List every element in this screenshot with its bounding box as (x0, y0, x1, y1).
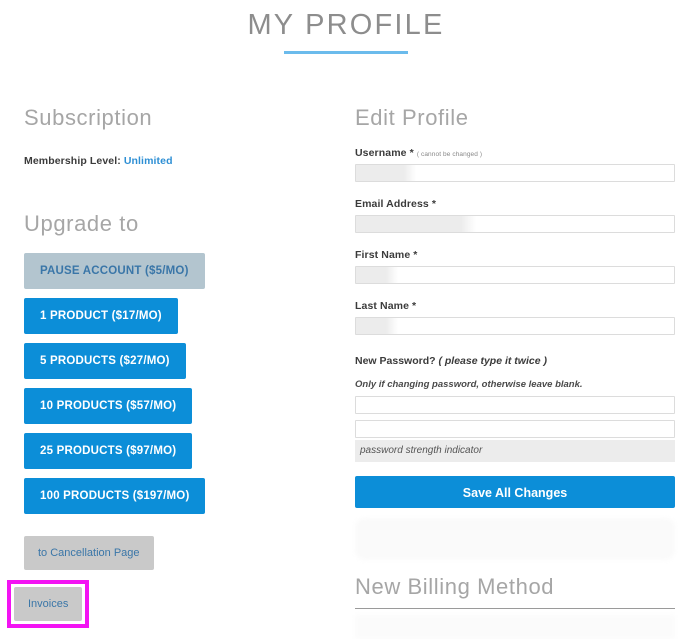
new-password-hint-text: ( please type it twice ) (438, 355, 547, 367)
first-name-input[interactable] (355, 266, 675, 284)
new-password-label-text: New Password? (355, 355, 436, 367)
confirm-password-input[interactable] (355, 420, 675, 438)
password-strength-indicator: password strength indicator (355, 440, 675, 462)
page-header: MY PROFILE (0, 8, 692, 54)
title-underline-rule (284, 51, 408, 54)
username-label: Username * ( cannot be changed ) (355, 147, 675, 159)
email-label: Email Address * (355, 198, 437, 210)
upgrade-plan-list: PAUSE ACCOUNT ($5/MO) 1 PRODUCT ($17/MO)… (24, 253, 274, 514)
plan-button-5-products[interactable]: 5 PRODUCTS ($27/MO) (24, 343, 186, 379)
plan-button-pause-account[interactable]: PAUSE ACCOUNT ($5/MO) (24, 253, 205, 289)
plan-button-25-products[interactable]: 25 PRODUCTS ($97/MO) (24, 433, 193, 469)
upgrade-heading: Upgrade to (24, 211, 139, 236)
new-billing-method-heading: New Billing Method (355, 574, 555, 599)
username-label-text: Username * (355, 147, 414, 159)
username-hint-text: ( cannot be changed ) (416, 151, 483, 158)
new-password-input[interactable] (355, 396, 675, 414)
plan-button-1-product[interactable]: 1 PRODUCT ($17/MO) (24, 298, 178, 334)
last-name-input[interactable] (355, 317, 675, 335)
membership-level-value: Unlimited (123, 155, 173, 167)
first-name-label: First Name * (355, 249, 418, 261)
subscription-heading: Subscription (24, 105, 153, 130)
plan-button-100-products[interactable]: 100 PRODUCTS ($197/MO) (24, 478, 206, 514)
membership-level-label: Membership Level: (24, 155, 121, 167)
cancellation-page-button[interactable]: to Cancellation Page (24, 536, 154, 570)
edit-profile-heading: Edit Profile (355, 105, 469, 130)
subscription-panel: Subscription Membership Level: Unlimited… (7, 105, 274, 628)
billing-blurred-block (355, 615, 675, 639)
invoices-highlight-box: Invoices (7, 580, 90, 628)
last-name-label: Last Name * (355, 300, 417, 312)
billing-divider-rule (355, 608, 675, 609)
username-input[interactable] (355, 164, 675, 182)
edit-profile-panel: Edit Profile Username * ( cannot be chan… (355, 105, 675, 639)
membership-level-line: Membership Level: Unlimited (24, 155, 274, 167)
new-password-label: New Password? ( please type it twice ) (355, 355, 675, 367)
cancellation-button-wrap: to Cancellation Page (24, 536, 274, 570)
page-title: MY PROFILE (247, 9, 445, 41)
password-note: Only if changing password, otherwise lea… (355, 379, 583, 390)
invoices-button[interactable]: Invoices (14, 587, 83, 621)
plan-button-10-products[interactable]: 10 PRODUCTS ($57/MO) (24, 388, 193, 424)
blurred-content-block (355, 518, 675, 560)
save-all-changes-button[interactable]: Save All Changes (355, 476, 675, 508)
email-input[interactable] (355, 215, 675, 233)
